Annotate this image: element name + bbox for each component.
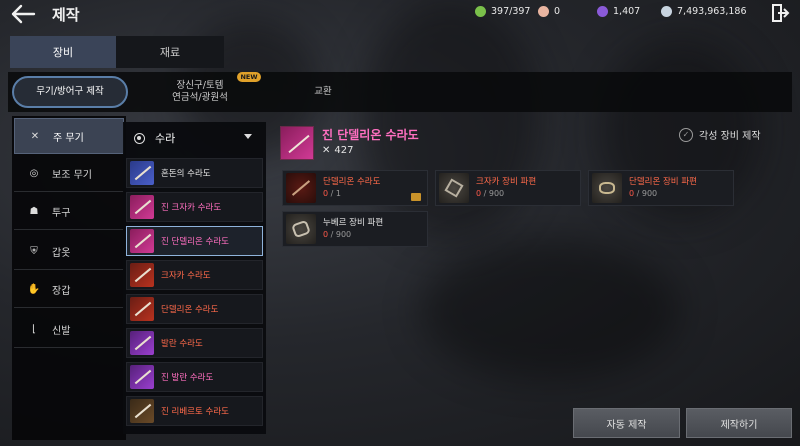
category-gloves[interactable]: ✋ 장갑 bbox=[14, 272, 124, 308]
category-boots[interactable]: ⌊ 신발 bbox=[14, 312, 124, 348]
chevron-down-icon bbox=[244, 134, 252, 139]
craft-button[interactable]: 제작하기 bbox=[686, 408, 792, 438]
currency-gem: 0 bbox=[538, 4, 560, 18]
subtab-exchange[interactable]: 교환 bbox=[268, 76, 378, 108]
chest-icon bbox=[411, 193, 421, 201]
list-item-selected[interactable]: 진 단델리온 수라도 bbox=[126, 226, 263, 256]
check-circle-icon: ✓ bbox=[679, 127, 693, 142]
category-helmet[interactable]: ☗ 투구 bbox=[14, 194, 124, 230]
sword-icon bbox=[130, 399, 154, 423]
sword-icon bbox=[130, 365, 154, 389]
list-item[interactable]: 진 발란 수라도 bbox=[126, 362, 263, 392]
energy-icon bbox=[475, 5, 486, 17]
crossed-swords-icon: ✕ bbox=[322, 145, 331, 156]
list-item[interactable]: 혼돈의 수라도 bbox=[126, 158, 263, 188]
fragment-icon bbox=[439, 173, 469, 203]
category-sub-weapon[interactable]: ◎ 보조 무기 bbox=[14, 156, 124, 192]
list-item[interactable]: 진 리베르토 수라도 bbox=[126, 396, 263, 426]
subtab-weapon-armor[interactable]: 무기/방어구 제작 bbox=[12, 76, 128, 108]
category-armor[interactable]: ⛨ 갑옷 bbox=[14, 234, 124, 270]
currency-silver: 7,493,963,186 bbox=[661, 4, 747, 18]
item-power: ✕ 427 bbox=[322, 145, 354, 156]
helmet-icon: ☗ bbox=[29, 206, 39, 217]
page-title: 제작 bbox=[52, 6, 80, 24]
exit-icon bbox=[772, 4, 790, 22]
awaken-craft-toggle[interactable]: ✓ 각성 장비 제작 bbox=[679, 127, 761, 142]
glove-icon: ✋ bbox=[27, 284, 41, 295]
material-card[interactable]: 크자카 장비 파편 0 / 900 bbox=[435, 170, 581, 206]
arrow-left-icon bbox=[11, 4, 36, 24]
sword-icon bbox=[130, 161, 154, 185]
sword-icon bbox=[130, 297, 154, 321]
selected-item-icon bbox=[280, 126, 314, 160]
silver-icon bbox=[661, 5, 672, 17]
sword-icon bbox=[130, 195, 154, 219]
fragment-icon bbox=[286, 214, 316, 244]
tab-equipment[interactable]: 장비 bbox=[10, 36, 116, 68]
weapon-type-dropdown[interactable]: 수라 bbox=[126, 126, 264, 150]
armor-icon: ⛨ bbox=[30, 246, 38, 257]
crossed-swords-icon: ✕ bbox=[30, 130, 40, 142]
sword-icon bbox=[130, 331, 154, 355]
auto-craft-button[interactable]: 자동 제작 bbox=[573, 408, 680, 438]
back-button[interactable] bbox=[10, 4, 38, 24]
material-card[interactable]: 단델리온 수라도 0 / 1 bbox=[282, 170, 428, 206]
material-card[interactable]: 누베르 장비 파편 0 / 900 bbox=[282, 211, 428, 247]
tab-materials[interactable]: 재료 bbox=[116, 36, 224, 68]
currency-crystal: 1,407 bbox=[597, 4, 640, 18]
crystal-icon bbox=[597, 5, 608, 17]
list-item[interactable]: 발란 수라도 bbox=[126, 328, 263, 358]
selected-item-name: 진 단델리온 수라도 bbox=[322, 128, 419, 142]
gem-icon bbox=[538, 5, 549, 17]
category-main-weapon[interactable]: ✕ 주 무기 bbox=[14, 118, 124, 154]
target-icon: ◎ bbox=[29, 168, 39, 179]
boot-icon: ⌊ bbox=[32, 324, 36, 335]
list-item[interactable]: 크자카 수라도 bbox=[126, 260, 263, 290]
exit-button[interactable] bbox=[770, 3, 790, 23]
currency-energy: 397/397 bbox=[475, 4, 530, 18]
new-badge: NEW bbox=[237, 72, 261, 82]
sword-icon bbox=[130, 229, 154, 253]
fragment-icon bbox=[592, 173, 622, 203]
radio-icon bbox=[134, 132, 145, 144]
list-item[interactable]: 진 크자카 수라도 bbox=[126, 192, 263, 222]
list-item[interactable]: 단델리온 수라도 bbox=[126, 294, 263, 324]
sword-icon bbox=[286, 173, 316, 203]
sword-icon bbox=[130, 263, 154, 287]
material-card[interactable]: 단델리온 장비 파편 0 / 900 bbox=[588, 170, 734, 206]
